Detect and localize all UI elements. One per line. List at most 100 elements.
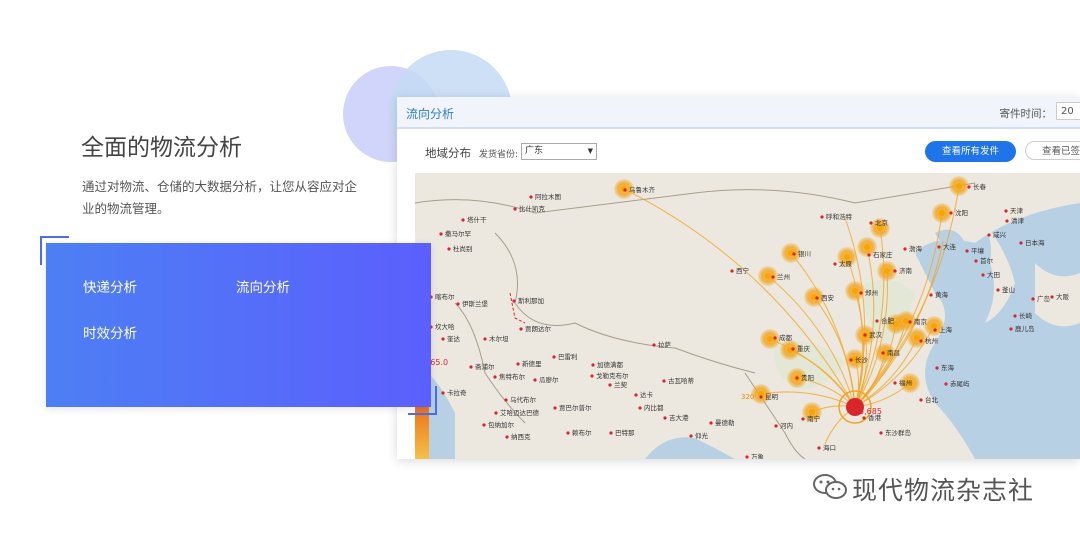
city-marker-dalian: [937, 245, 941, 249]
city-marker-kunming: [759, 395, 763, 399]
view-all-shipments-button[interactable]: 查看所有发件: [925, 141, 1016, 162]
city-label-tashkent: 塔什干: [467, 215, 487, 224]
city-label-chengdu: 成都: [779, 333, 793, 342]
city-label-indore: 贾巴尔普尔: [559, 403, 592, 412]
city-label-changsha: 长沙: [855, 355, 869, 364]
city-marker-srinagar: [512, 299, 516, 303]
flow-map[interactable]: 3,685 乌鲁木齐阿拉木图比什凯克塔什干撒马尔罕杜尚别喀布尔伊斯兰堡 斯利那加坎…: [415, 173, 1080, 459]
city-marker-donghai: [935, 366, 939, 370]
city-marker-lanzhou: [771, 275, 775, 279]
city-marker-jodhpur: [493, 375, 497, 379]
time-label: 寄件时间：: [999, 108, 1053, 120]
city-label-lucknow: 戈勒克布尔: [596, 371, 629, 380]
city-label-yinchuan: 银川: [798, 249, 811, 258]
city-dot-nanjing: [903, 318, 909, 324]
city-marker-guiyang: [795, 376, 799, 380]
city-marker-urumqi: [623, 188, 627, 192]
city-marker-indore: [553, 406, 557, 410]
city-dot-chengdu: [767, 336, 773, 342]
city-label-nanjing: 南京: [914, 317, 928, 326]
city-marker-naypyidaw: [638, 406, 642, 410]
city-label-srinagar: 斯利那加: [518, 296, 544, 305]
city-label-samarkand: 撒马尔罕: [445, 229, 472, 238]
city-label-quetta: 坎大哈: [435, 322, 455, 331]
city-marker-wanxiang: [745, 455, 749, 459]
city-marker-zhengzhou: [859, 291, 863, 295]
city-marker-kandahar: [441, 337, 445, 341]
city-marker-lucknow: [590, 374, 594, 378]
city-marker-bareilly: [552, 355, 556, 359]
city-marker-huhehaote: [820, 215, 824, 219]
city-marker-kolkata: [591, 363, 595, 367]
city-marker-hefei: [875, 319, 879, 323]
city-marker-chittagong: [663, 416, 667, 420]
time-input[interactable]: 20: [1056, 102, 1080, 120]
city-label-raipur: 赖布尔: [572, 428, 592, 437]
city-marker-tianjin: [1004, 209, 1008, 213]
city-label-hiroshima: 广岛: [1037, 294, 1050, 303]
menu-item-timeliness-analysis[interactable]: 时效分析: [83, 322, 137, 342]
city-label-shijiazhuang: 石家庄: [873, 250, 893, 259]
menu-item-flow-analysis[interactable]: 流向分析: [236, 276, 290, 296]
city-label-shanghai: 上海: [939, 325, 953, 334]
city-label-beijing: 北京: [875, 218, 889, 227]
view-signed-button[interactable]: 查看已签: [1025, 141, 1080, 160]
city-marker-changsha: [849, 358, 853, 362]
city-marker-agra: [533, 378, 537, 382]
city-marker-karachi: [441, 391, 445, 395]
city-label-kolkata: 加德满都: [597, 360, 624, 369]
city-dot-hangzhou: [914, 335, 920, 341]
province-select-value: 广东: [525, 146, 544, 156]
flow-value-label: 320: [741, 393, 754, 401]
city-dot-shenyang: [939, 210, 945, 216]
city-label-hongkong: 香港: [868, 413, 882, 422]
city-marker-huanghai: [929, 293, 933, 297]
city-label-daejeon: 大田: [987, 270, 1000, 279]
city-label-guiyang: 贵阳: [801, 373, 814, 382]
city-label-pyongyang: 平壤: [971, 246, 985, 255]
city-label-karachi: 卡拉奇: [447, 388, 467, 397]
city-label-wuhan: 武汉: [869, 330, 883, 339]
wechat-icon: [813, 474, 847, 499]
city-label-hoeryong: 咸兴: [993, 230, 1007, 239]
city-label-jodhpur: 焦特布尔: [499, 372, 526, 381]
panel-title: 流向分析: [406, 107, 455, 121]
city-label-haikou: 海口: [823, 443, 836, 452]
city-marker-taiyuan: [833, 262, 837, 266]
city-label-bishkek: 比什凯克: [519, 204, 546, 213]
city-marker-mandalay: [709, 421, 713, 425]
city-label-shenyang: 沈阳: [955, 208, 968, 217]
city-marker-nagpur: [505, 435, 509, 439]
city-label-islamabad: 伊斯兰堡: [462, 299, 489, 308]
city-marker-xian: [815, 296, 819, 300]
city-marker-raipur: [566, 431, 570, 435]
menu-item-express-analysis[interactable]: 快递分析: [83, 276, 137, 296]
city-marker-beijing: [869, 221, 873, 225]
city-marker-kagoshima: [1009, 327, 1013, 331]
city-label-kabul: 喀布尔: [435, 292, 455, 301]
city-dot-zhengzhou: [852, 288, 858, 294]
city-marker-xining: [730, 269, 734, 273]
city-label-seoul: 首尔: [980, 256, 994, 265]
panel-header: 流向分析 寄件时间： 20: [397, 97, 1080, 129]
city-marker-nanjing: [908, 320, 912, 324]
city-label-huhehaote: 呼和浩特: [826, 212, 853, 221]
city-label-chittagong: 吉大港: [669, 413, 689, 422]
city-marker-haikou: [817, 446, 821, 450]
city-label-bhopal: 包纳加尔: [488, 420, 515, 429]
city-label-ruoshui: 赤尾屿: [950, 379, 970, 388]
province-select[interactable]: 广东 ▼: [521, 143, 597, 160]
city-marker-dhaka: [634, 393, 638, 397]
city-marker-shijiazhuang: [867, 253, 871, 257]
city-marker-changchun: [967, 185, 971, 189]
city-marker-qingjin: [1005, 219, 1009, 223]
city-marker-patna: [609, 431, 613, 435]
city-label-gewahati: 古瓦哈蒂: [668, 376, 695, 385]
city-marker-samarkand: [439, 232, 443, 236]
city-label-udaipur: 乌代布尔: [510, 395, 537, 404]
city-label-fuzhou: 福州: [899, 378, 912, 387]
city-marker-taipei: [919, 398, 923, 402]
city-dot-jinan: [884, 268, 890, 274]
city-label-yangon: 仰光: [695, 431, 709, 440]
city-label-huanghai: 黄海: [935, 290, 949, 299]
